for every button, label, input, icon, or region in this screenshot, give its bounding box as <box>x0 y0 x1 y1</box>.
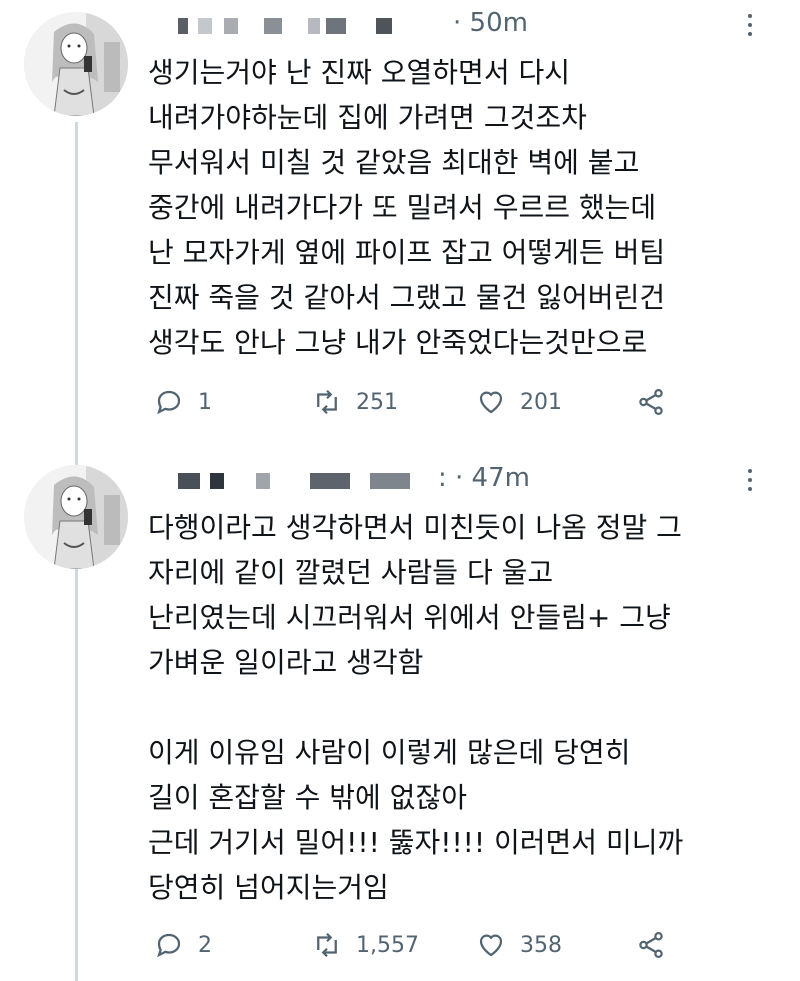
like-count: 358 <box>520 932 562 958</box>
tweet-text: 다행이라고 생각하면서 미친듯이 나옴 정말 그 자리에 같이 깔렸던 사람들 … <box>148 511 684 904</box>
redacted-username <box>148 469 448 493</box>
like-button[interactable]: 201 <box>476 382 562 422</box>
share-icon <box>639 389 663 415</box>
retweet-icon <box>317 932 337 958</box>
retweet-button[interactable]: 251 <box>312 382 398 422</box>
more-icon[interactable] <box>738 465 762 495</box>
reply-count: 1 <box>198 389 212 415</box>
like-button[interactable]: 358 <box>476 925 562 965</box>
reply-button[interactable]: 1 <box>154 382 212 422</box>
tweet-timestamp[interactable]: : · 47m <box>438 463 530 493</box>
tweet-text: 생기는거야 난 진짜 오열하면서 다시 내려가야하눈데 집에 가려면 그것조차 … <box>148 56 666 359</box>
redacted-username <box>148 14 448 38</box>
retweet-icon <box>317 389 337 415</box>
retweet-count: 251 <box>356 389 398 415</box>
more-icon[interactable] <box>738 10 762 40</box>
tweet[interactable]: · 50m 생기는거야 난 진짜 오열하면서 다시 내려가야하눈데 집에 가려면… <box>0 0 800 440</box>
avatar[interactable] <box>24 12 128 116</box>
retweet-button[interactable]: 1,557 <box>312 925 419 965</box>
reply-button[interactable]: 2 <box>154 925 212 965</box>
tweet-actions: 1 251 201 <box>148 382 768 422</box>
avatar-illustration <box>24 465 128 569</box>
tweet[interactable]: : · 47m 다행이라고 생각하면서 미친듯이 나옴 정말 그 자리에 같이 … <box>0 455 800 981</box>
like-count: 201 <box>520 389 562 415</box>
share-button[interactable] <box>636 382 666 422</box>
retweet-count: 1,557 <box>356 932 419 958</box>
reply-count: 2 <box>198 932 212 958</box>
reply-icon <box>157 933 181 958</box>
avatar[interactable] <box>24 465 128 569</box>
tweet-header: : · 47m <box>148 463 778 499</box>
share-icon <box>639 932 663 958</box>
tweet-header: · 50m <box>148 8 778 44</box>
avatar-illustration <box>24 12 128 116</box>
tweet-actions: 2 1,557 358 <box>148 925 768 965</box>
heart-icon <box>479 934 503 957</box>
tweet-timestamp[interactable]: · 50m <box>453 8 528 38</box>
heart-icon <box>479 391 503 414</box>
reply-icon <box>157 390 181 415</box>
share-button[interactable] <box>636 925 666 965</box>
